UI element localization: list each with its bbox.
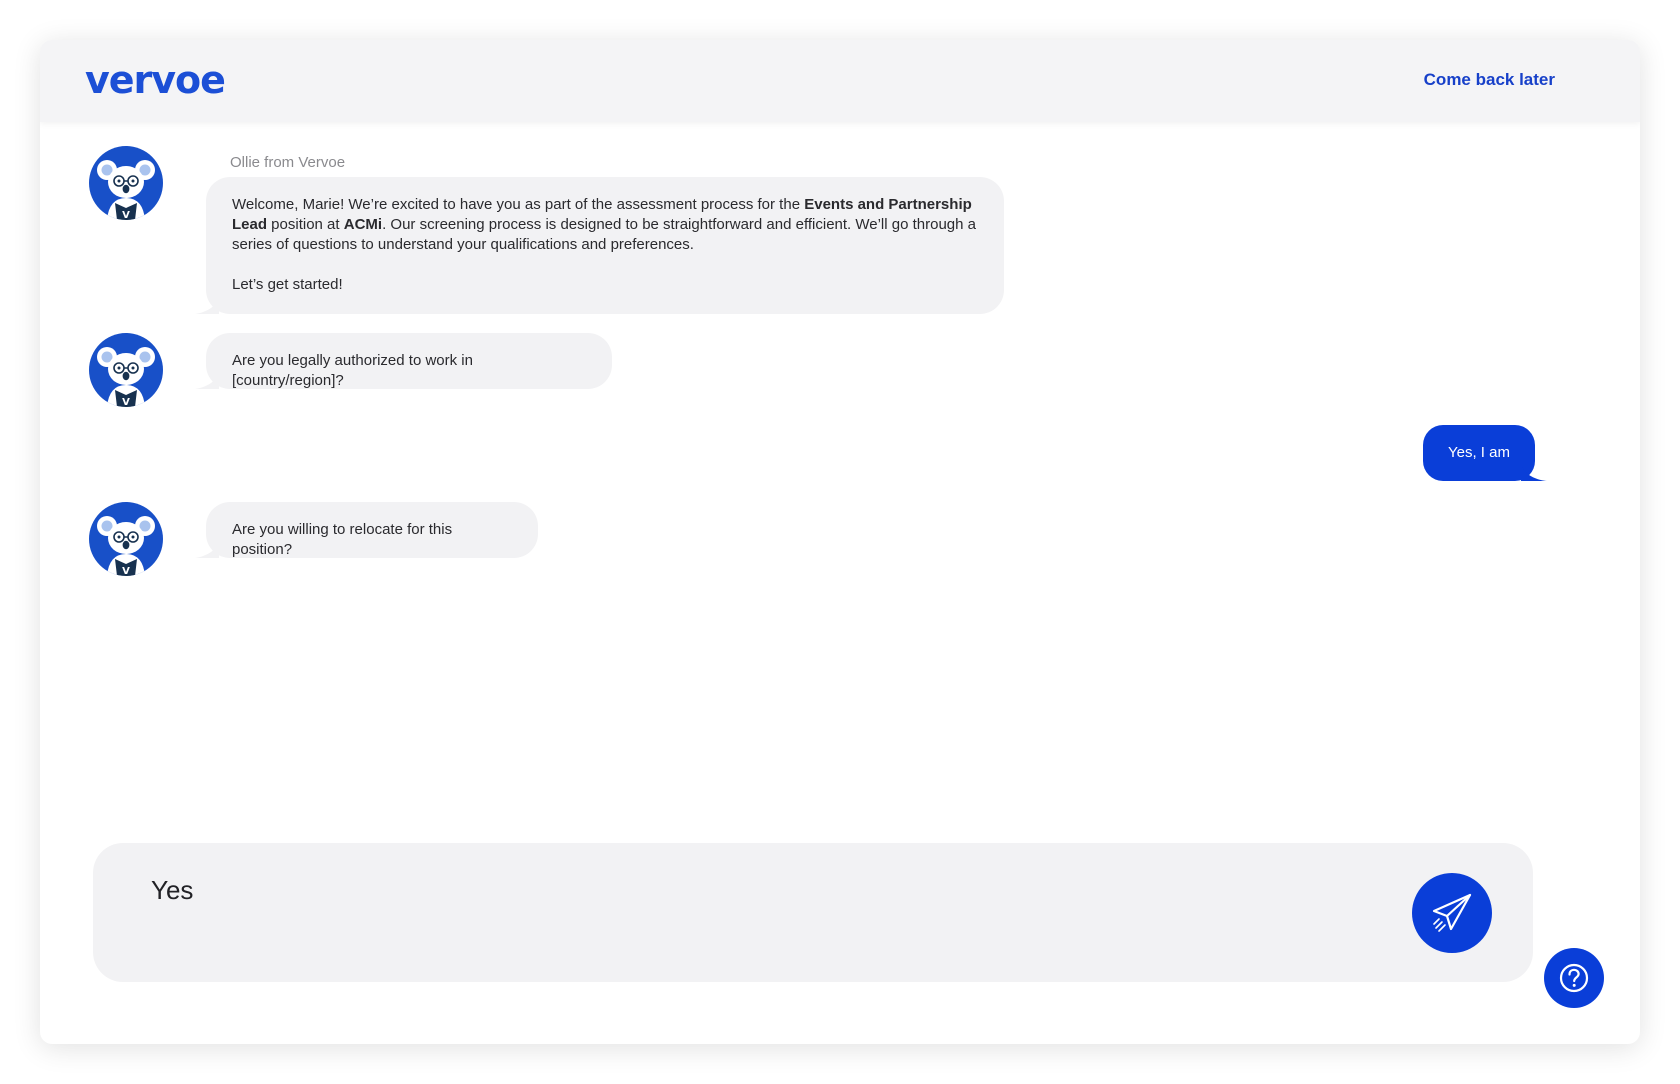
koala-avatar-icon: V (97, 160, 155, 220)
bubble-tail (195, 540, 219, 558)
bot-avatar: V (89, 146, 163, 220)
company-name: ACMi (343, 216, 383, 233)
bot-message-question: Are you legally authorized to work in [c… (195, 333, 612, 389)
bubble-tail (195, 296, 219, 314)
svg-text:V: V (122, 566, 130, 576)
user-message-text: Yes, I am (1448, 444, 1510, 461)
vervoe-logo: vervoe (85, 58, 226, 102)
bubble-tail (1521, 463, 1547, 481)
user-message: Yes, I am (1423, 425, 1547, 481)
koala-avatar-icon: V (97, 516, 155, 576)
bot-message-question: Are you willing to relocate for this pos… (195, 502, 538, 558)
bot-message-welcome: Welcome, Marie! We’re excited to have yo… (195, 177, 1004, 314)
paper-plane-icon (1432, 893, 1472, 932)
header-bar: vervoe Come back later (40, 40, 1640, 122)
bubble-tail (195, 371, 219, 389)
app-window: vervoe Come back later V Ollie from Verv… (40, 40, 1640, 1044)
send-button[interactable] (1412, 873, 1492, 953)
bot-avatar: V (89, 333, 163, 407)
bot-avatar: V (89, 502, 163, 576)
sender-name: Ollie from Vervoe (230, 154, 346, 171)
message-composer[interactable]: Yes (93, 843, 1533, 982)
question-mark-icon (1559, 963, 1589, 993)
svg-text:V: V (122, 210, 130, 220)
koala-avatar-icon: V (97, 347, 155, 407)
svg-text:V: V (122, 397, 130, 407)
come-back-later-button[interactable]: Come back later (1424, 70, 1555, 90)
welcome-text: Welcome, Marie! We’re excited to have yo… (232, 196, 977, 253)
help-button[interactable] (1544, 948, 1604, 1008)
question-text: Are you willing to relocate for this pos… (232, 521, 453, 558)
message-input[interactable]: Yes (151, 875, 193, 906)
question-text: Are you legally authorized to work in [c… (232, 352, 473, 389)
welcome-closing: Let’s get started! (232, 276, 343, 293)
